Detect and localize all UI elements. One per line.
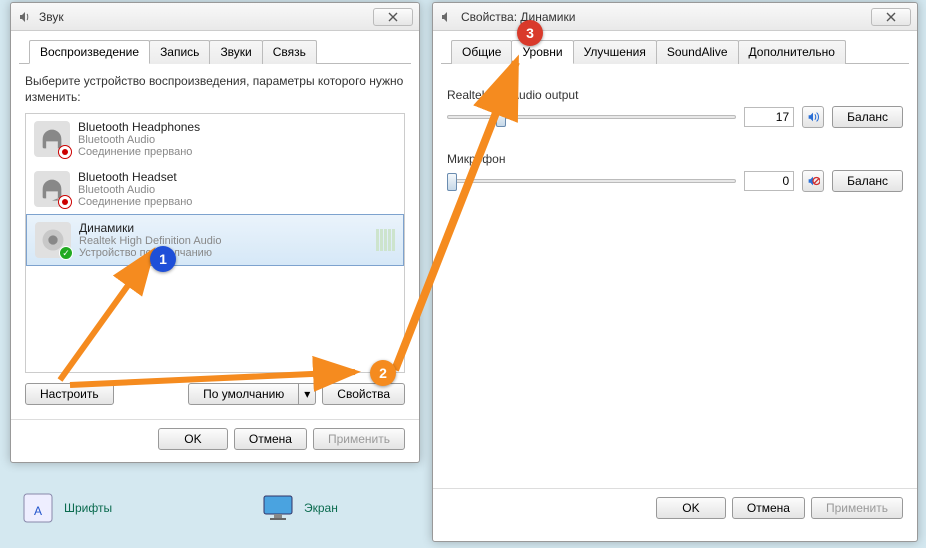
callout-2: 2 bbox=[370, 360, 396, 386]
device-list[interactable]: Bluetooth Headphones Bluetooth Audio Сое… bbox=[25, 113, 405, 373]
device-sub: Bluetooth Audio bbox=[78, 134, 396, 146]
device-state: Соединение прервано bbox=[78, 196, 396, 208]
close-button[interactable] bbox=[373, 8, 413, 26]
volume-slider[interactable] bbox=[447, 171, 736, 191]
fonts-icon: A bbox=[20, 490, 56, 526]
props-body: Realtek HD Audio output Баланс Микрофон bbox=[433, 64, 917, 484]
device-state: Устройство по умолчанию bbox=[79, 247, 368, 259]
ok-button[interactable]: OK bbox=[656, 497, 726, 519]
device-item[interactable]: Bluetooth Headphones Bluetooth Audio Сое… bbox=[26, 114, 404, 164]
sound-body: Выберите устройство воспроизведения, пар… bbox=[11, 64, 419, 415]
tab-advanced[interactable]: Дополнительно bbox=[738, 40, 846, 64]
default-button[interactable]: По умолчанию bbox=[188, 383, 298, 405]
sound-window: Звук Воспроизведение Запись Звуки Связь … bbox=[10, 2, 420, 463]
tab-sounds[interactable]: Звуки bbox=[209, 40, 262, 64]
mute-toggle-button[interactable] bbox=[802, 106, 824, 128]
sound-tabs: Воспроизведение Запись Звуки Связь bbox=[19, 31, 411, 64]
tab-general[interactable]: Общие bbox=[451, 40, 512, 64]
close-button[interactable] bbox=[871, 8, 911, 26]
tab-comm[interactable]: Связь bbox=[262, 40, 317, 64]
chevron-down-icon[interactable]: ▾ bbox=[298, 383, 316, 405]
svg-text:A: A bbox=[34, 504, 42, 518]
volume-slider[interactable] bbox=[447, 107, 736, 127]
balance-button[interactable]: Баланс bbox=[832, 170, 903, 192]
device-button-row: Настроить По умолчанию ▾ Свойства bbox=[25, 383, 405, 405]
device-item[interactable]: Bluetooth Headset Bluetooth Audio Соедин… bbox=[26, 164, 404, 214]
speaker-icon bbox=[439, 9, 455, 25]
sound-window-title: Звук bbox=[39, 10, 373, 24]
tab-soundalive[interactable]: SoundAlive bbox=[656, 40, 739, 64]
device-item-selected[interactable]: Динамики Realtek High Definition Audio У… bbox=[26, 214, 404, 266]
tab-enhance[interactable]: Улучшения bbox=[573, 40, 657, 64]
speaker-device-icon bbox=[35, 222, 71, 258]
mute-toggle-button[interactable] bbox=[802, 170, 824, 192]
tab-record[interactable]: Запись bbox=[149, 40, 210, 64]
speaker-icon bbox=[17, 9, 33, 25]
slider-thumb[interactable] bbox=[447, 173, 457, 191]
props-tabs: Общие Уровни Улучшения SoundAlive Дополн… bbox=[441, 31, 909, 64]
volume-value-input[interactable] bbox=[744, 171, 794, 191]
level-label: Realtek HD Audio output bbox=[447, 88, 903, 102]
screen-icon bbox=[260, 490, 296, 526]
device-name: Bluetooth Headphones bbox=[78, 120, 396, 134]
device-sub: Realtek High Definition Audio bbox=[79, 235, 368, 247]
instruction-text: Выберите устройство воспроизведения, пар… bbox=[25, 74, 405, 105]
desktop-icon-screen[interactable]: Экран bbox=[260, 490, 338, 526]
status-error-icon bbox=[58, 145, 72, 159]
callout-3: 3 bbox=[517, 20, 543, 46]
configure-button[interactable]: Настроить bbox=[25, 383, 114, 405]
slider-thumb[interactable] bbox=[496, 109, 506, 127]
sound-footer: OK Отмена Применить bbox=[11, 419, 419, 462]
desktop-label: Экран bbox=[304, 501, 338, 515]
headphones-icon bbox=[34, 121, 70, 157]
apply-button[interactable]: Применить bbox=[811, 497, 903, 519]
status-error-icon bbox=[58, 195, 72, 209]
volume-value-input[interactable] bbox=[744, 107, 794, 127]
properties-window: Свойства: Динамики Общие Уровни Улучшени… bbox=[432, 2, 918, 542]
props-titlebar[interactable]: Свойства: Динамики bbox=[433, 3, 917, 31]
device-state: Соединение прервано bbox=[78, 146, 396, 158]
properties-button[interactable]: Свойства bbox=[322, 383, 405, 405]
ok-button[interactable]: OK bbox=[158, 428, 228, 450]
balance-button[interactable]: Баланс bbox=[832, 106, 903, 128]
level-group-mic: Микрофон Баланс bbox=[447, 152, 903, 192]
props-footer: OK Отмена Применить bbox=[433, 488, 917, 531]
callout-1: 1 bbox=[150, 246, 176, 272]
cancel-button[interactable]: Отмена bbox=[234, 428, 307, 450]
default-split-button[interactable]: По умолчанию ▾ bbox=[188, 383, 316, 405]
desktop-label: Шрифты bbox=[64, 501, 112, 515]
apply-button[interactable]: Применить bbox=[313, 428, 405, 450]
tab-levels[interactable]: Уровни bbox=[511, 40, 573, 64]
status-ok-icon bbox=[59, 246, 73, 260]
device-sub: Bluetooth Audio bbox=[78, 184, 396, 196]
cancel-button[interactable]: Отмена bbox=[732, 497, 805, 519]
device-name: Динамики bbox=[79, 221, 368, 235]
level-label: Микрофон bbox=[447, 152, 903, 166]
sound-titlebar[interactable]: Звук bbox=[11, 3, 419, 31]
device-name: Bluetooth Headset bbox=[78, 170, 396, 184]
headset-icon bbox=[34, 171, 70, 207]
tab-playback[interactable]: Воспроизведение bbox=[29, 40, 150, 64]
level-group-output: Realtek HD Audio output Баланс bbox=[447, 88, 903, 128]
desktop-icon-fonts[interactable]: A Шрифты bbox=[20, 490, 112, 526]
volume-meter-icon bbox=[376, 229, 395, 251]
